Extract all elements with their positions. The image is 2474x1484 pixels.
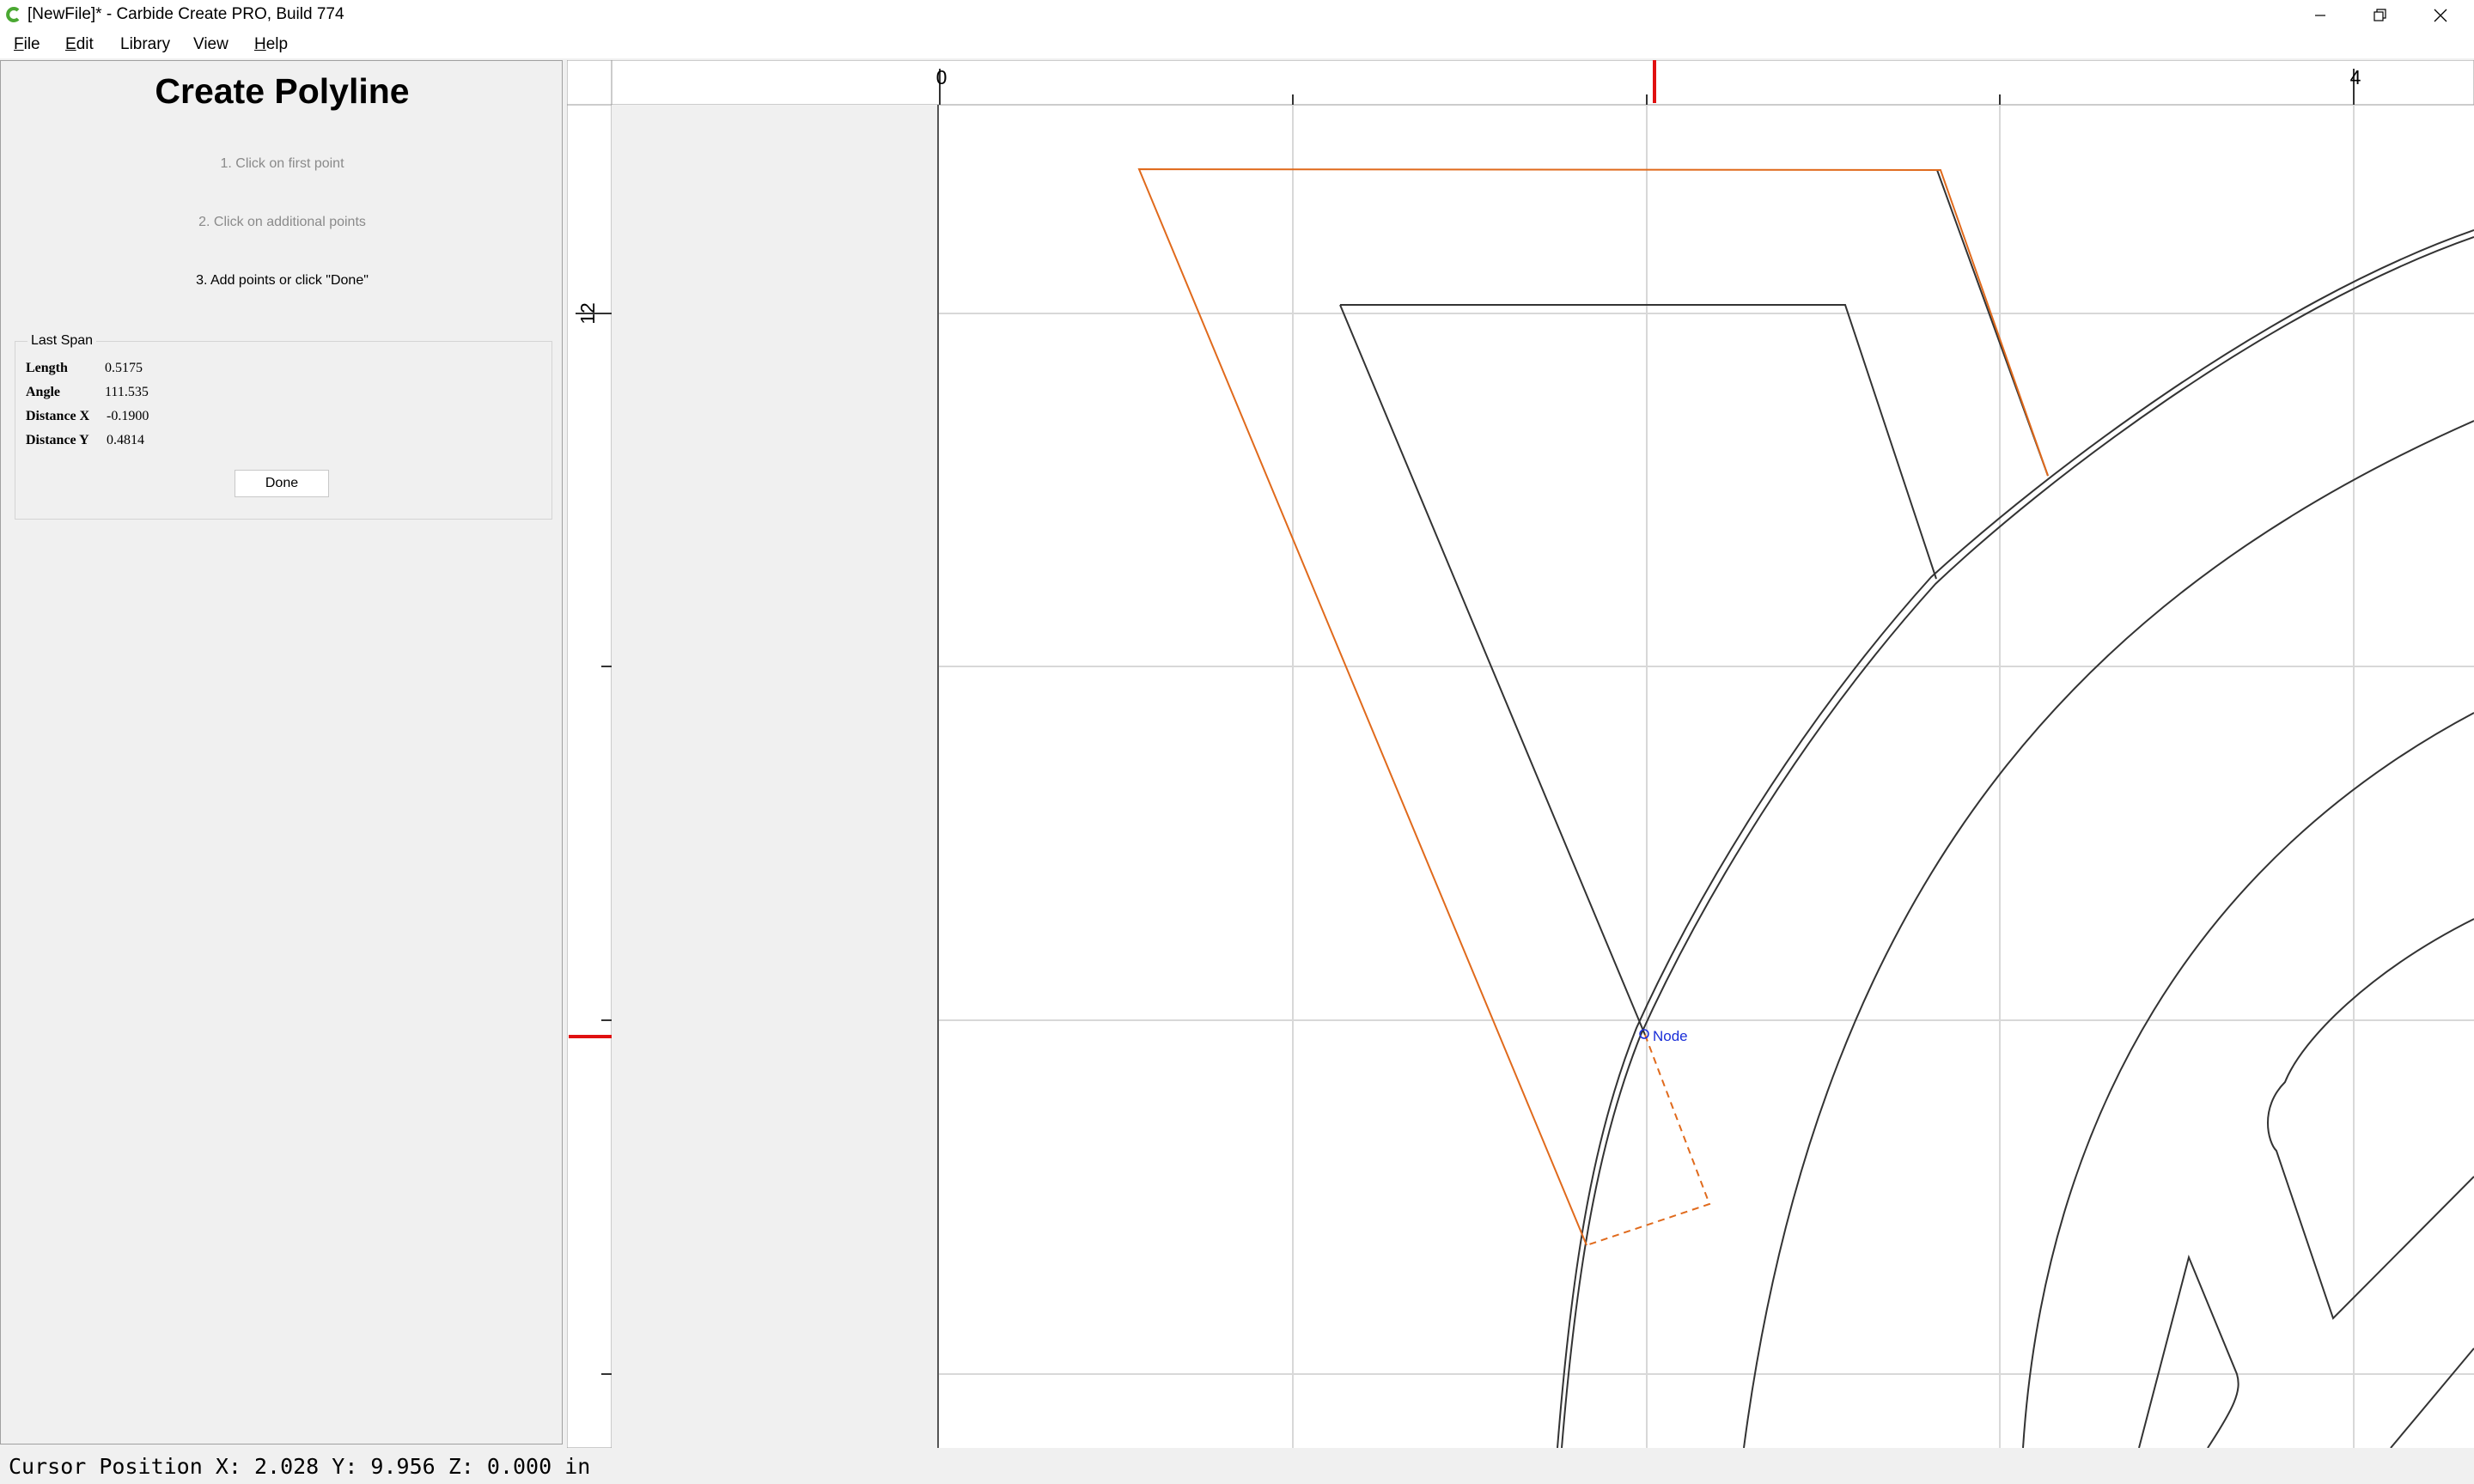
distance-x-label: Distance X: [26, 409, 90, 423]
ruler-label-12: 12: [576, 302, 599, 325]
menu-edit[interactable]: Edit: [62, 33, 97, 56]
window-title: [NewFile]* - Carbide Create PRO, Build 7…: [27, 5, 344, 23]
ruler-corner: [567, 60, 612, 106]
menu-bar: File Edit Library View Help: [0, 31, 2474, 58]
menu-file[interactable]: File: [10, 33, 44, 56]
status-bar: Cursor Position X: 2.028 Y: 9.956 Z: 0.0…: [0, 1448, 2474, 1484]
carbide-logo-icon: [6, 7, 20, 22]
angle-label: Angle: [26, 385, 60, 399]
ruler-label-4: 4: [2350, 66, 2361, 88]
last-span-title: Last Span: [27, 332, 97, 350]
close-button[interactable]: [2410, 0, 2471, 31]
close-icon: [2434, 9, 2447, 22]
title-bar: [NewFile]* - Carbide Create PRO, Build 7…: [0, 0, 2474, 31]
minimize-button[interactable]: [2290, 0, 2350, 31]
tool-panel: Create Polyline 1. Click on first point …: [0, 60, 563, 1444]
step-3: 3. Add points or click "Done": [196, 273, 369, 288]
angle-value: 111.535: [105, 385, 149, 399]
step-1: 1. Click on first point: [220, 156, 344, 171]
distance-y-label: Distance Y: [26, 433, 89, 447]
distance-x-value: -0.1900: [107, 409, 149, 423]
menu-help[interactable]: Help: [251, 33, 291, 56]
length-label: Length: [26, 361, 68, 375]
step-2: 2. Click on additional points: [198, 215, 366, 229]
ruler-label-0: 0: [936, 66, 948, 88]
menu-view[interactable]: View: [190, 33, 232, 56]
restore-button[interactable]: [2350, 0, 2410, 31]
distance-y-value: 0.4814: [107, 433, 144, 447]
restore-icon: [2373, 9, 2386, 21]
menu-library[interactable]: Library: [117, 33, 174, 56]
node-label: Node: [1653, 1028, 1688, 1044]
design-canvas[interactable]: 0 4 12 Node: [567, 60, 2474, 1448]
done-button[interactable]: Done: [235, 470, 329, 497]
off-stock-area: [612, 105, 938, 1448]
minimize-icon: [2315, 15, 2325, 16]
cursor-position: Cursor Position X: 2.028 Y: 9.956 Z: 0.0…: [9, 1454, 591, 1479]
panel-title: Create Polyline: [155, 71, 410, 111]
horizontal-ruler: [567, 60, 2474, 106]
vertical-ruler: [567, 60, 612, 1448]
length-value: 0.5175: [105, 361, 143, 375]
